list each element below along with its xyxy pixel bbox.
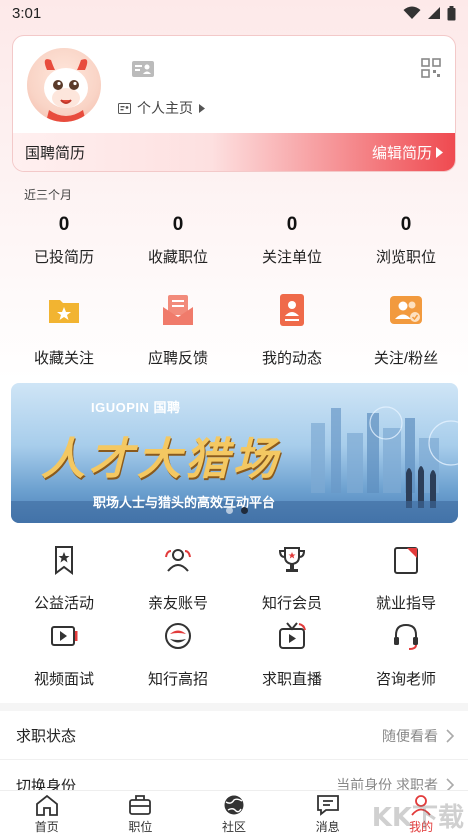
caret-right-icon: [436, 146, 443, 158]
stat-followed-orgs[interactable]: 0 关注单位: [235, 210, 349, 267]
chevron-right-icon: [446, 728, 454, 743]
tab-home[interactable]: 首页: [0, 791, 94, 838]
status-time: 3:01: [12, 4, 42, 22]
dragon-mascot-icon: [44, 59, 88, 122]
guide-book-icon: [394, 547, 418, 574]
status-bar: 3:01: [0, 0, 468, 26]
watermark: KK下载: [371, 803, 464, 833]
service-label: 视频面试: [33, 671, 94, 688]
live-tv-icon: [279, 622, 306, 649]
services-grid: 公益活动 亲友账号 知行会员 就业指导 视频面试 知行高招 求职直播 咨询老师: [0, 545, 468, 697]
service-label: 求职直播: [261, 671, 322, 688]
tab-label: 首页: [34, 820, 59, 834]
service-label: 咨询老师: [375, 671, 436, 688]
signal-icon: [428, 7, 440, 19]
stat-applied[interactable]: 0 已投简历: [7, 210, 121, 267]
banner-subtitle: 职场人士与猎头的高效互动平台: [93, 495, 276, 510]
stat-value: 0: [58, 214, 70, 235]
id-card-icon[interactable]: [131, 60, 155, 78]
job-status-title: 求职状态: [16, 728, 77, 745]
qr-code-icon[interactable]: [421, 58, 441, 78]
users-icon: [390, 296, 422, 324]
fish-emblem-icon: [165, 623, 191, 649]
quick-label: 应聘反馈: [147, 350, 208, 367]
service-video-interview[interactable]: 视频面试: [7, 621, 121, 697]
service-label: 公益活动: [33, 595, 94, 612]
personal-homepage-link[interactable]: 个人主页: [118, 98, 205, 118]
stat-label: 已投简历: [33, 249, 94, 266]
ribbon-star-icon: [55, 546, 73, 575]
banner-brand: IGUOPIN 国聘: [91, 400, 181, 415]
job-status-row[interactable]: 求职状态 随便看看: [0, 712, 468, 760]
stat-viewed-jobs[interactable]: 0 浏览职位: [349, 210, 463, 267]
service-top-recruit[interactable]: 知行高招: [121, 621, 235, 697]
quick-saved-follow[interactable]: 收藏关注: [7, 292, 121, 368]
stats-row: 0 已投简历 0 收藏职位 0 关注单位 0 浏览职位: [0, 210, 468, 267]
profile-card[interactable]: 个人主页 国聘简历 编辑简历: [12, 35, 456, 172]
briefcase-icon: [129, 795, 152, 815]
service-consult-teacher[interactable]: 咨询老师: [349, 621, 463, 697]
stat-label: 收藏职位: [147, 249, 208, 266]
quick-label: 收藏关注: [33, 350, 94, 367]
banner-pagination[interactable]: [226, 507, 248, 514]
tab-community[interactable]: 社区: [187, 791, 281, 838]
headset-icon: [394, 623, 418, 650]
message-icon: [316, 795, 339, 816]
service-charity[interactable]: 公益活动: [7, 545, 121, 621]
stat-label: 关注单位: [261, 249, 322, 266]
video-play-icon: [51, 626, 78, 646]
edit-resume-button[interactable]: 编辑简历: [372, 142, 443, 163]
quick-label: 关注/粉丝: [373, 350, 439, 367]
trophy-icon: [278, 547, 306, 572]
folder-star-icon: [49, 300, 79, 323]
service-label: 知行会员: [261, 595, 322, 612]
wifi-icon: [403, 6, 421, 19]
quick-actions: 收藏关注 应聘反馈 我的动态 关注/粉丝: [0, 292, 468, 368]
stats-period: 近三个月: [24, 188, 73, 202]
tab-jobs[interactable]: 职位: [94, 791, 188, 838]
edit-resume-label: 编辑简历: [371, 144, 432, 162]
stat-label: 浏览职位: [375, 249, 436, 266]
stat-value: 0: [400, 214, 412, 235]
service-label: 知行高招: [147, 671, 208, 688]
tab-label: 职位: [128, 820, 153, 834]
caret-right-icon: [199, 103, 205, 113]
service-label: 就业指导: [375, 595, 436, 612]
battery-icon: [447, 5, 456, 20]
section-divider: [0, 703, 468, 711]
tab-messages[interactable]: 消息: [281, 791, 375, 838]
job-status-value: 随便看看: [382, 727, 438, 744]
card-icon: [118, 102, 131, 114]
stat-saved-jobs[interactable]: 0 收藏职位: [121, 210, 235, 267]
personal-homepage-label: 个人主页: [137, 100, 193, 116]
home-icon: [35, 794, 58, 816]
friends-icon: [165, 549, 191, 572]
service-live-stream[interactable]: 求职直播: [235, 621, 349, 697]
banner-dot-active[interactable]: [241, 507, 248, 514]
stat-value: 0: [286, 214, 298, 235]
globe-icon: [224, 795, 244, 815]
tab-label: 消息: [315, 820, 340, 834]
quick-my-activity[interactable]: 我的动态: [235, 292, 349, 368]
resume-bar[interactable]: 国聘简历 编辑简历: [13, 133, 455, 171]
banner-dot[interactable]: [226, 507, 233, 514]
avatar[interactable]: [25, 46, 103, 124]
quick-follow-fans[interactable]: 关注/粉丝: [349, 292, 463, 368]
service-membership[interactable]: 知行会员: [235, 545, 349, 621]
quick-application-feedback[interactable]: 应聘反馈: [121, 292, 235, 368]
service-family-account[interactable]: 亲友账号: [121, 545, 235, 621]
banner-headline: 人才大猎场: [41, 434, 281, 485]
resume-label: 国聘简历: [25, 144, 86, 162]
quick-label: 我的动态: [261, 350, 322, 367]
promo-banner[interactable]: IGUOPIN 国聘 人才大猎场 职场人士与猎头的高效互动平台: [11, 383, 458, 523]
service-employment-guide[interactable]: 就业指导: [349, 545, 463, 621]
envelope-icon: [163, 295, 193, 325]
tab-label: 社区: [221, 820, 246, 834]
stat-value: 0: [172, 214, 184, 235]
service-label: 亲友账号: [147, 595, 208, 612]
profile-card-icon: [280, 294, 304, 326]
